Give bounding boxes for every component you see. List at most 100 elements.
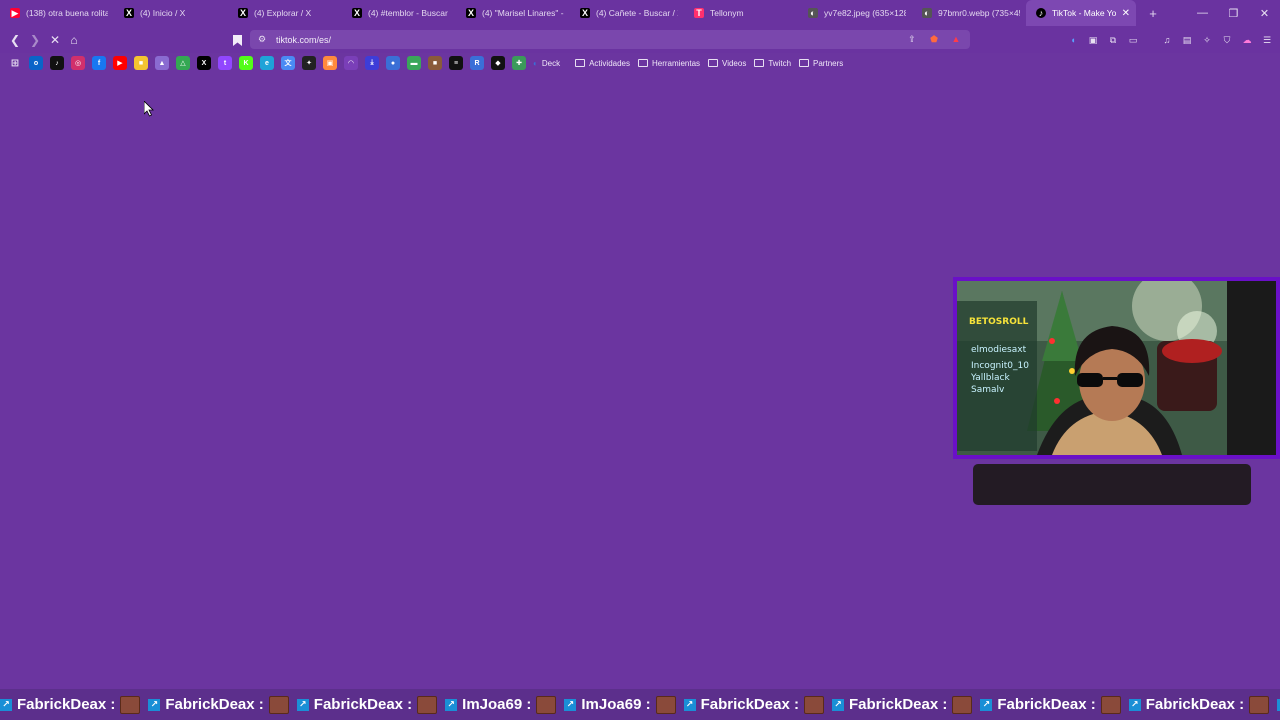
window-controls: — ❐ ✕ (1187, 0, 1280, 26)
ticker-item: ↗ FabrickDeax : (296, 695, 438, 714)
brave-shield-icon[interactable]: ⬟ (928, 33, 940, 45)
ticker-username: FabrickDeax : (165, 696, 264, 713)
tab-strip: ▶ (138) otra buena rolita X (4) Inicio / XX… (0, 0, 1280, 26)
instagram-icon[interactable]: ◎ (71, 56, 85, 70)
stop-loading-icon[interactable]: ✕ (48, 33, 62, 47)
bookmark-page-icon[interactable] (230, 33, 244, 47)
wallet-icon[interactable]: ▤ (1180, 33, 1194, 47)
bookmark-folder[interactable]: Actividades (575, 59, 630, 68)
ticker-item: ↗ FabrickDeax : (980, 695, 1121, 714)
folder-icon (638, 59, 648, 67)
green-icon[interactable]: ✚ (512, 56, 526, 70)
openai-icon[interactable]: ✦ (302, 56, 316, 70)
window-close-button[interactable]: ✕ (1249, 0, 1280, 26)
share-icon[interactable]: ⇪ (906, 33, 918, 45)
tab-label: (4) "Marisel Linares" - (482, 8, 564, 18)
bookmark-folder[interactable]: Videos (708, 59, 746, 68)
x-icon[interactable]: X (197, 56, 211, 70)
photo-icon[interactable]: ▣ (323, 56, 337, 70)
platform-badge-icon: ↗ (445, 698, 458, 711)
bookmark-folder[interactable]: Partners (799, 59, 843, 68)
youtube-icon: ▶ (10, 7, 20, 18)
facebook-icon[interactable]: f (92, 56, 106, 70)
new-tab-button[interactable]: + (1140, 6, 1166, 21)
back-icon[interactable]: ❮ (8, 33, 22, 47)
streamlabs-icon[interactable]: ≡ (449, 56, 463, 70)
sidebar-icon[interactable]: ▭ (1126, 33, 1140, 47)
minimize-button[interactable]: — (1187, 0, 1218, 26)
translate-icon[interactable]: 文 (281, 56, 295, 70)
tab-list: ▶ (138) otra buena rolita X (4) Inicio / XX… (0, 0, 1026, 26)
tab-active-label: TikTok - Make Yo (1052, 8, 1117, 18)
tiktok-icon[interactable]: ♪ (50, 56, 64, 70)
ticker-item: ↗ ImJoa69 : (445, 695, 557, 714)
tab[interactable]: X (4) Explorar / X (228, 0, 342, 26)
x-icon: X (352, 8, 362, 18)
folder-icon (754, 59, 765, 67)
tab[interactable]: T Tellonym (684, 0, 798, 26)
close-icon[interactable]: ✕ (1122, 8, 1130, 19)
apps-grid-icon[interactable]: ⊞ (8, 56, 22, 70)
tiktok-icon: ♪ (1036, 8, 1046, 18)
tab-active[interactable]: ♪ TikTok - Make Yo ✕ (1026, 0, 1136, 26)
arc-icon[interactable]: ◠ (344, 56, 358, 70)
brave-rewards-icon[interactable]: ▲ (950, 33, 962, 45)
address-bar[interactable]: ⚙ tiktok.com/es/ ⇪ ⬟ ▲ (250, 30, 970, 49)
platform-badge-icon: ↗ (683, 698, 696, 711)
leo-ai-icon[interactable]: ✧ (1200, 33, 1214, 47)
diamond-icon[interactable]: ◆ (491, 56, 505, 70)
blue-dot-icon[interactable]: ● (386, 56, 400, 70)
drive-icon[interactable]: △ (176, 56, 190, 70)
chat-icon[interactable]: ▬ (407, 56, 421, 70)
restore-button[interactable]: ❐ (1218, 0, 1249, 26)
x-icon: X (124, 8, 134, 18)
ticker-item: ↗ FabrickDeax : (148, 695, 289, 714)
bookmark-folder[interactable]: Twitch (754, 59, 791, 68)
platform-badge-icon: ↗ (980, 698, 993, 711)
forward-icon[interactable]: ❯ (28, 33, 42, 47)
bookmark-deck[interactable]: ◐ Deck (533, 59, 560, 68)
extension-box-icon[interactable]: ▣ (1086, 33, 1100, 47)
deck-icon: ◐ (533, 58, 538, 68)
x-icon: X (466, 8, 476, 18)
bookmark-folder[interactable]: Herramientas (638, 59, 700, 68)
x-icon: X (580, 8, 590, 18)
menu-icon[interactable]: ☰ (1260, 33, 1274, 47)
brown-icon[interactable]: ■ (428, 56, 442, 70)
tab[interactable]: X (4) #temblor - Buscar / (342, 0, 456, 26)
image-icon: ◐ (808, 8, 818, 18)
tab-label: (138) otra buena rolita (26, 8, 108, 18)
media-icon[interactable]: ♫ (1160, 33, 1174, 47)
youtube-icon[interactable]: ▶ (113, 56, 127, 70)
profile-icon[interactable]: ☁ (1240, 33, 1254, 47)
platform-badge-icon: ↗ (0, 698, 12, 711)
kick-icon[interactable]: K (239, 56, 253, 70)
mouse-cursor-icon (144, 101, 154, 117)
tab-label: (4) Cañete - Buscar / X (596, 8, 678, 18)
tab[interactable]: X (4) Inicio / X (114, 0, 228, 26)
site-info-icon[interactable]: ⚙ (258, 34, 270, 45)
navigation-bar: ❮ ❯ ✕ ⌂ ⚙ tiktok.com/es/ ⇪ ⬟ ▲ ◖ ▣ ⧉ ▭ ♫… (0, 26, 1280, 53)
analytics-icon[interactable]: ▲ (155, 56, 169, 70)
twitch-icon[interactable]: t (218, 56, 232, 70)
chat-box (973, 464, 1251, 505)
extensions-puzzle-icon[interactable]: ⧉ (1106, 33, 1120, 47)
vpn-icon[interactable]: ⛉ (1220, 33, 1234, 47)
outlook-icon[interactable]: o (29, 56, 43, 70)
tab[interactable]: X (4) Cañete - Buscar / X (570, 0, 684, 26)
blue-r-icon[interactable]: R (470, 56, 484, 70)
edge-icon[interactable]: e (260, 56, 274, 70)
tab[interactable]: ◐ yv7e82.jpeg (635×128 (798, 0, 912, 26)
extension-audio-icon[interactable]: ◖ (1066, 33, 1080, 47)
tab[interactable]: ◐ 97bmr0.webp (735×45 (912, 0, 1026, 26)
ticker-username: FabrickDeax : (313, 696, 413, 713)
emote-icon (536, 695, 557, 714)
download-icon[interactable]: ⤓ (365, 56, 379, 70)
home-icon[interactable]: ⌂ (67, 33, 81, 47)
notes-icon[interactable]: ■ (134, 56, 148, 70)
tab[interactable]: X (4) "Marisel Linares" - (456, 0, 570, 26)
overlay-line: Samalv (971, 385, 1005, 395)
tab[interactable]: ▶ (138) otra buena rolita (0, 0, 114, 26)
extensions-area: ◖ ▣ ⧉ ▭ ♫ ▤ ✧ ⛉ ☁ ☰ (1066, 33, 1274, 47)
platform-badge-icon: ↗ (564, 698, 577, 711)
